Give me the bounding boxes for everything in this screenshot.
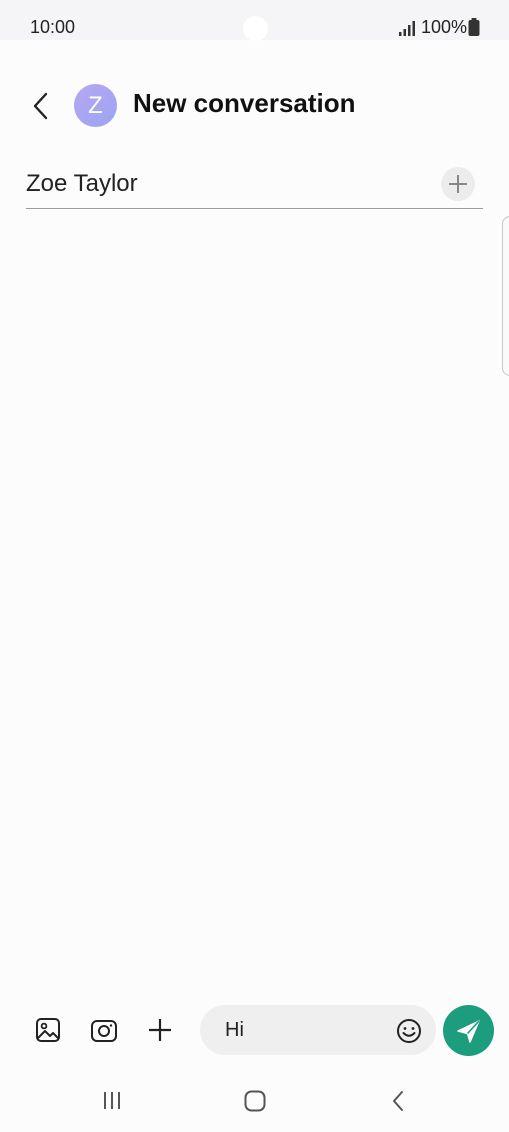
camera-cutout: [243, 16, 268, 41]
image-icon: [36, 1018, 60, 1042]
add-recipient-button[interactable]: [441, 167, 475, 201]
message-text: Hi: [225, 1019, 244, 1041]
plus-icon: [449, 175, 467, 193]
smiley-icon: [397, 1019, 421, 1043]
battery-icon: [468, 18, 480, 36]
camera-icon: [91, 1020, 117, 1042]
back-button[interactable]: [24, 84, 60, 128]
status-time: 10:00: [30, 17, 76, 37]
recipient-name: Zoe Taylor: [26, 170, 138, 197]
nav-recents-button[interactable]: [100, 1088, 126, 1114]
battery-percentage: 100%: [421, 17, 468, 37]
avatar[interactable]: Z: [74, 84, 117, 127]
emoji-button[interactable]: [395, 1017, 423, 1045]
signal-icon: [399, 21, 415, 36]
scroll-handle[interactable]: [502, 216, 509, 376]
nav-home-button[interactable]: [242, 1088, 268, 1114]
camera-button[interactable]: [88, 1013, 120, 1047]
nav-back-button[interactable]: [386, 1088, 412, 1114]
chevron-left-icon: [33, 92, 48, 120]
recents-icon: [104, 1092, 120, 1109]
recipient-field[interactable]: Zoe Taylor: [26, 162, 483, 209]
send-button[interactable]: [443, 1005, 494, 1056]
page-title: New conversation: [133, 88, 356, 118]
plus-icon: [149, 1019, 171, 1041]
send-icon: [457, 1020, 480, 1043]
attach-image-button[interactable]: [32, 1013, 64, 1047]
back-icon: [393, 1091, 403, 1111]
home-icon: [244, 1090, 266, 1112]
add-attachment-button[interactable]: [144, 1013, 176, 1047]
